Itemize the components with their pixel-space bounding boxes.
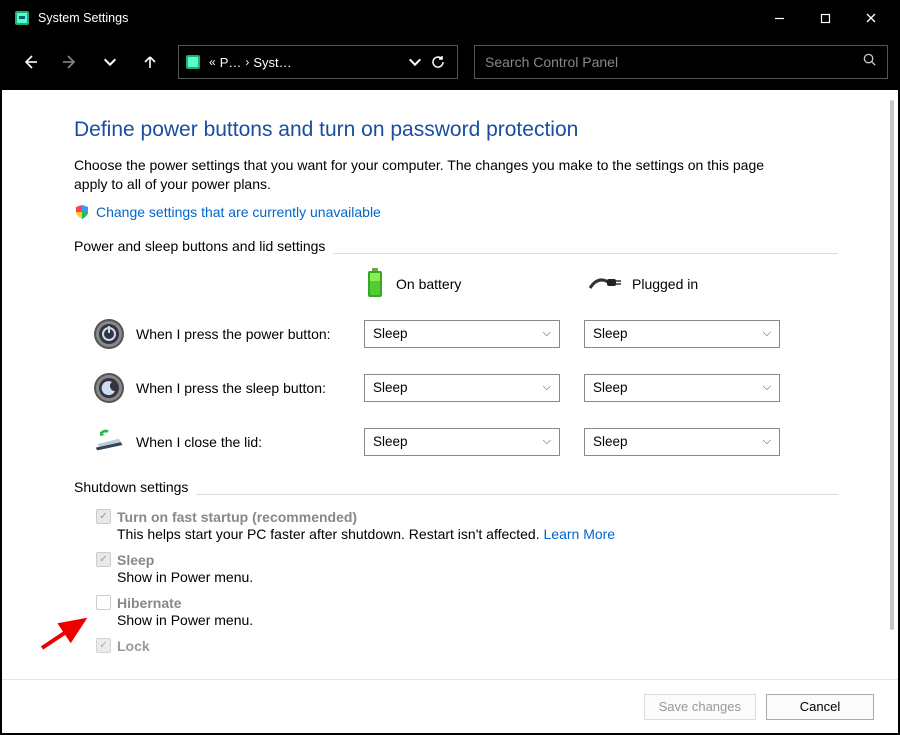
forward-button[interactable] [52, 44, 88, 80]
battery-icon [364, 268, 386, 301]
nav-bar: « P… › Syst… [2, 34, 898, 90]
select-lid-plugged[interactable]: Sleep ⌵ [584, 428, 780, 456]
select-sleep-battery[interactable]: Sleep ⌵ [364, 374, 560, 402]
learn-more-link[interactable]: Learn More [544, 526, 616, 542]
select-lid-plugged-value: Sleep [593, 434, 628, 449]
col-head-battery: On battery [364, 268, 564, 301]
chk-fast-startup-desc-text: This helps start your PC faster after sh… [117, 526, 540, 542]
search-icon[interactable] [862, 52, 877, 72]
address-bar[interactable]: « P… › Syst… [178, 45, 458, 79]
select-sleep-plugged-value: Sleep [593, 380, 628, 395]
page-title: Define power buttons and turn on passwor… [74, 118, 838, 142]
col-head-plugged-label: Plugged in [632, 276, 698, 292]
row-sleep-button: When I press the sleep button: Sleep ⌵ Sl… [74, 371, 838, 405]
back-button[interactable] [12, 44, 48, 80]
row-power-button: When I press the power button: Sleep ⌵ Sl… [74, 317, 838, 351]
plug-icon [588, 274, 622, 295]
chevron-down-icon: ⌵ [763, 327, 771, 340]
footer-bar: Save changes Cancel [2, 679, 898, 733]
shield-icon [74, 204, 90, 220]
scrollbar[interactable] [888, 90, 896, 679]
chk-item-sleep: ✓ Sleep Show in Power menu. [96, 552, 838, 585]
search-box[interactable] [474, 45, 888, 79]
col-head-plugged: Plugged in [588, 268, 788, 301]
chk-sleep-desc: Show in Power menu. [117, 569, 838, 585]
divider [333, 253, 838, 254]
breadcrumb-2[interactable]: Syst… [253, 55, 291, 70]
section-power-buttons-label: Power and sleep buttons and lid settings [74, 238, 325, 254]
chevron-down-icon: ⌵ [543, 327, 551, 340]
maximize-button[interactable] [802, 2, 848, 34]
row-power-button-label: When I press the power button: [136, 326, 364, 342]
chevron-down-icon: ⌵ [763, 381, 771, 394]
intro-text: Choose the power settings that you want … [74, 156, 794, 194]
select-power-battery-value: Sleep [373, 326, 408, 341]
chk-hibernate-label: Hibernate [117, 595, 182, 611]
change-settings-link[interactable]: Change settings that are currently unava… [96, 204, 381, 220]
up-button[interactable] [132, 44, 168, 80]
select-sleep-battery-value: Sleep [373, 380, 408, 395]
chevron-right-icon: › [245, 55, 249, 69]
chk-lock-label: Lock [117, 638, 150, 654]
refresh-button[interactable] [425, 44, 451, 80]
sleep-button-icon [92, 371, 126, 405]
address-dropdown[interactable] [405, 44, 425, 80]
checkbox-fast-startup[interactable]: ✓ [96, 509, 111, 524]
address-app-icon [185, 54, 201, 70]
power-button-icon [92, 317, 126, 351]
select-lid-battery-value: Sleep [373, 434, 408, 449]
col-head-battery-label: On battery [396, 276, 461, 292]
chk-item-hibernate: Hibernate Show in Power menu. [96, 595, 838, 628]
laptop-lid-icon [92, 425, 126, 459]
checkbox-sleep[interactable]: ✓ [96, 552, 111, 567]
chk-fast-startup-desc: This helps start your PC faster after sh… [117, 526, 838, 542]
chevron-down-icon: ⌵ [543, 381, 551, 394]
divider [196, 494, 838, 495]
checkbox-lock[interactable]: ✓ [96, 638, 111, 653]
recent-dropdown[interactable] [92, 44, 128, 80]
select-power-plugged[interactable]: Sleep ⌵ [584, 320, 780, 348]
save-button[interactable]: Save changes [644, 694, 756, 720]
crumb-ellipsis-icon: « [209, 55, 216, 69]
search-input[interactable] [485, 54, 862, 70]
breadcrumb-1[interactable]: P… [220, 55, 242, 70]
row-close-lid-label: When I close the lid: [136, 434, 364, 450]
row-close-lid: When I close the lid: Sleep ⌵ Sleep ⌵ [74, 425, 838, 459]
chk-sleep-label: Sleep [117, 552, 154, 568]
select-power-plugged-value: Sleep [593, 326, 628, 341]
select-power-battery[interactable]: Sleep ⌵ [364, 320, 560, 348]
title-bar: System Settings [2, 2, 898, 34]
app-icon [14, 10, 30, 26]
select-sleep-plugged[interactable]: Sleep ⌵ [584, 374, 780, 402]
section-shutdown-label: Shutdown settings [74, 479, 188, 495]
chk-item-fast-startup: ✓ Turn on fast startup (recommended) Thi… [96, 509, 838, 542]
chk-item-lock: ✓ Lock [96, 638, 838, 654]
chk-hibernate-desc: Show in Power menu. [117, 612, 838, 628]
scrollbar-thumb[interactable] [890, 100, 894, 630]
main-content: Define power buttons and turn on passwor… [2, 90, 898, 679]
chk-fast-startup-label: Turn on fast startup (recommended) [117, 509, 357, 525]
chevron-down-icon: ⌵ [763, 435, 771, 448]
window-title: System Settings [38, 11, 756, 25]
cancel-button[interactable]: Cancel [766, 694, 874, 720]
chevron-down-icon: ⌵ [543, 435, 551, 448]
minimize-button[interactable] [756, 2, 802, 34]
close-button[interactable] [848, 2, 894, 34]
checkbox-hibernate[interactable] [96, 595, 111, 610]
row-sleep-button-label: When I press the sleep button: [136, 380, 364, 396]
select-lid-battery[interactable]: Sleep ⌵ [364, 428, 560, 456]
